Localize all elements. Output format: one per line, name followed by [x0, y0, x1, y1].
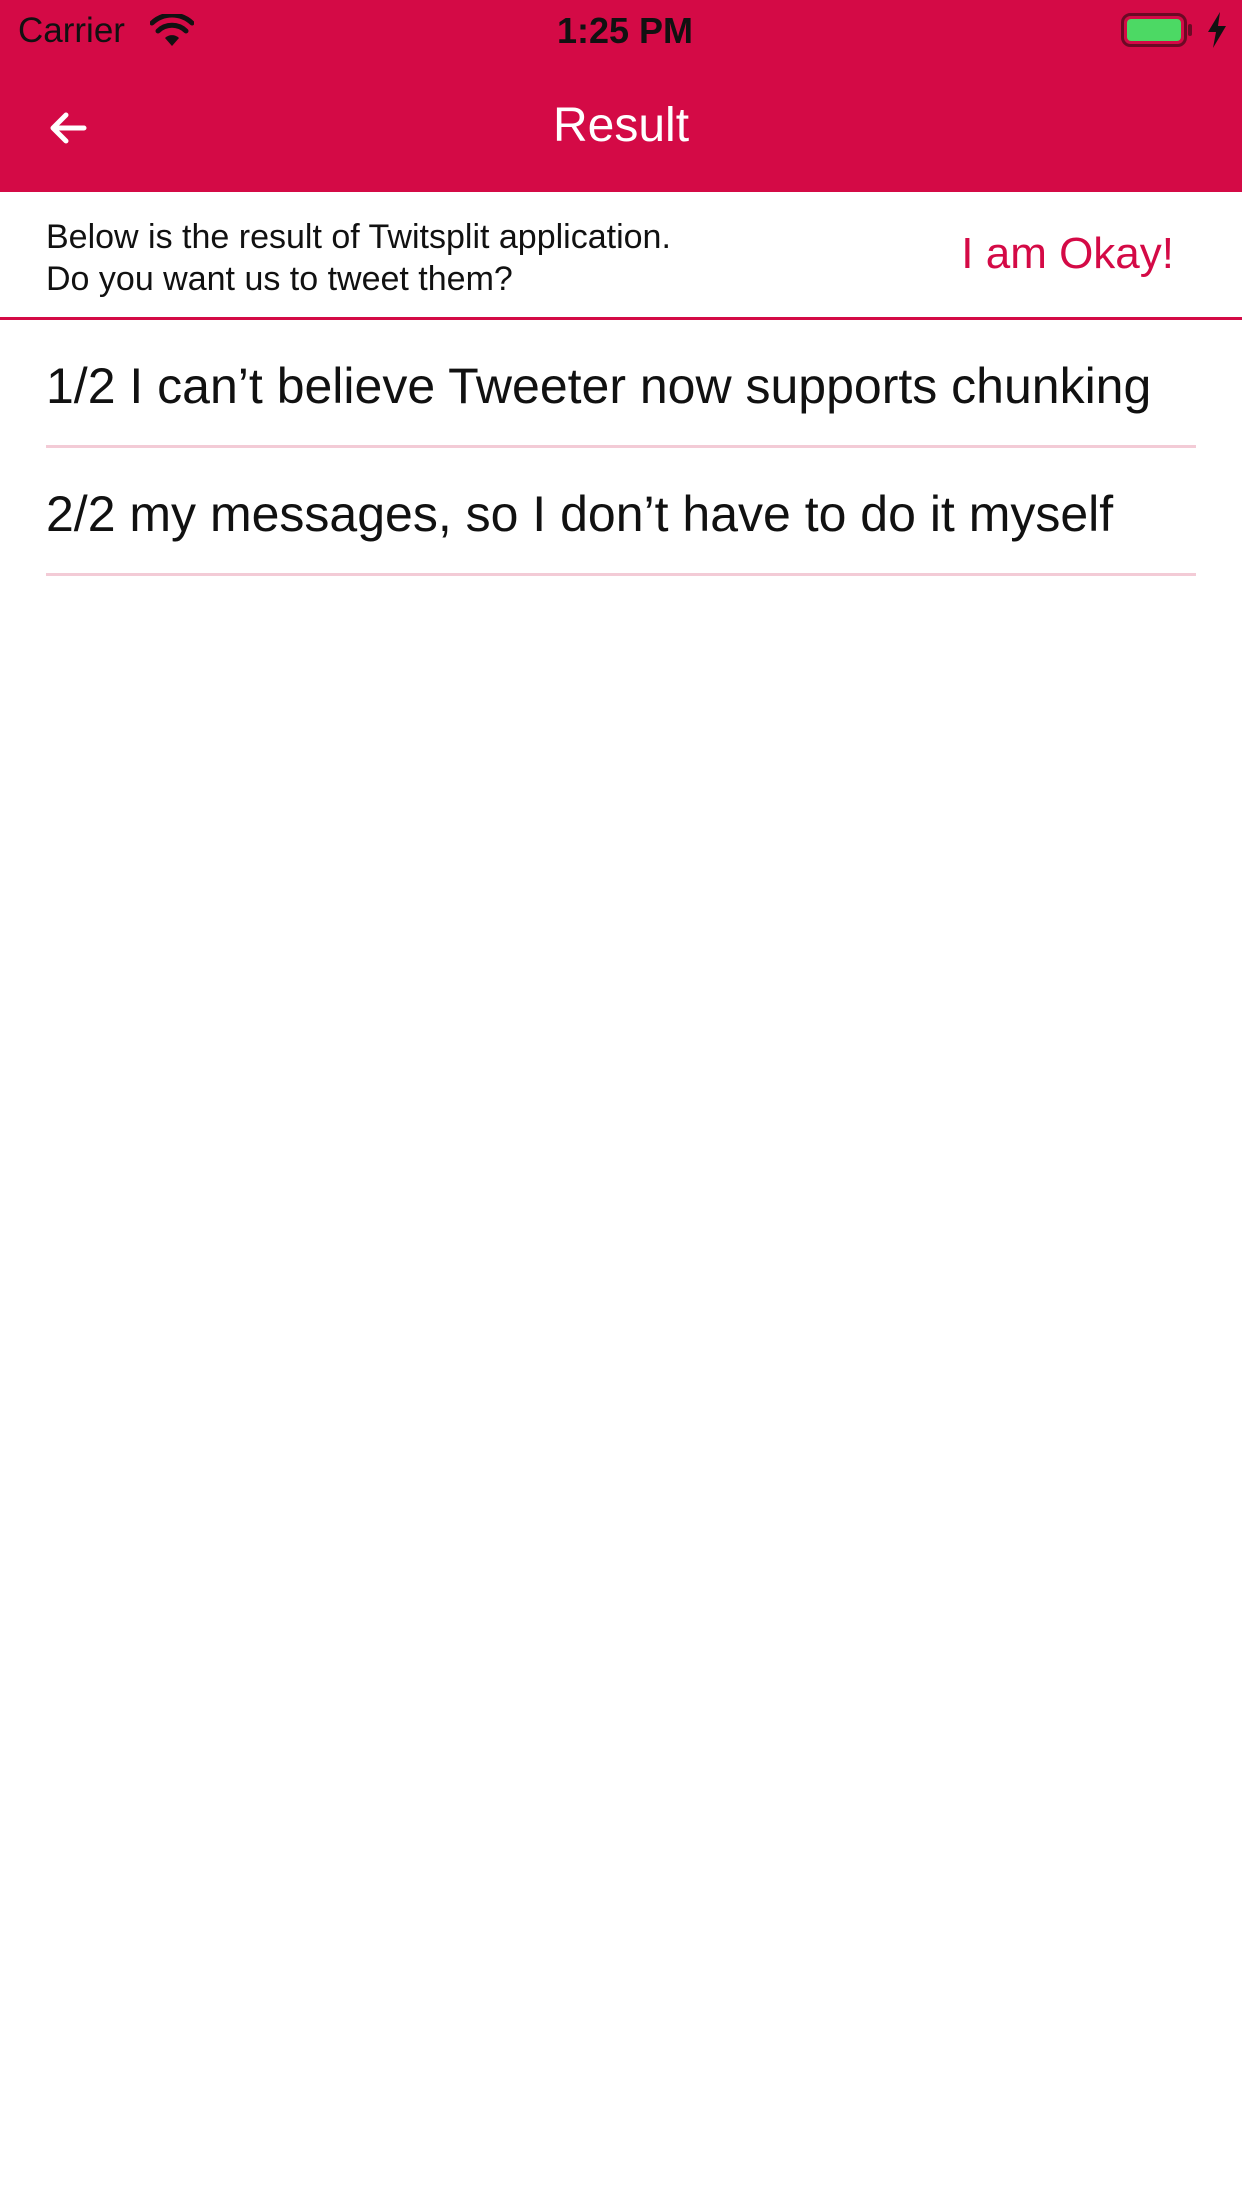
info-line-2: Do you want us to tweet them?: [46, 260, 513, 298]
list-item[interactable]: 2/2 my messages, so I don’t have to do i…: [46, 448, 1196, 576]
tweet-text: 1/2 I can’t believe Tweeter now supports…: [46, 358, 1152, 414]
status-bar: Carrier 1:25 PM: [0, 0, 1242, 62]
info-line-1: Below is the result of Twitsplit applica…: [46, 218, 671, 256]
tweet-text: 2/2 my messages, so I don’t have to do i…: [46, 486, 1114, 542]
page-title: Result: [552, 99, 690, 152]
bolt-icon: [1208, 12, 1226, 48]
tweet-list: 1/2 I can’t believe Tweeter now supports…: [46, 320, 1196, 576]
battery-icon: [1121, 13, 1192, 47]
list-item[interactable]: 1/2 I can’t believe Tweeter now supports…: [46, 320, 1196, 448]
info-message: Below is the result of Twitsplit applica…: [46, 216, 671, 300]
app-bar: Carrier 1:25 PM Result: [0, 0, 1242, 192]
okay-button[interactable]: I am Okay!: [961, 226, 1174, 282]
status-time: 1:25 PM: [556, 10, 694, 51]
result-screen: Carrier 1:25 PM Result Below is the resu…: [0, 0, 1242, 2208]
info-header: Below is the result of Twitsplit applica…: [0, 192, 1242, 320]
